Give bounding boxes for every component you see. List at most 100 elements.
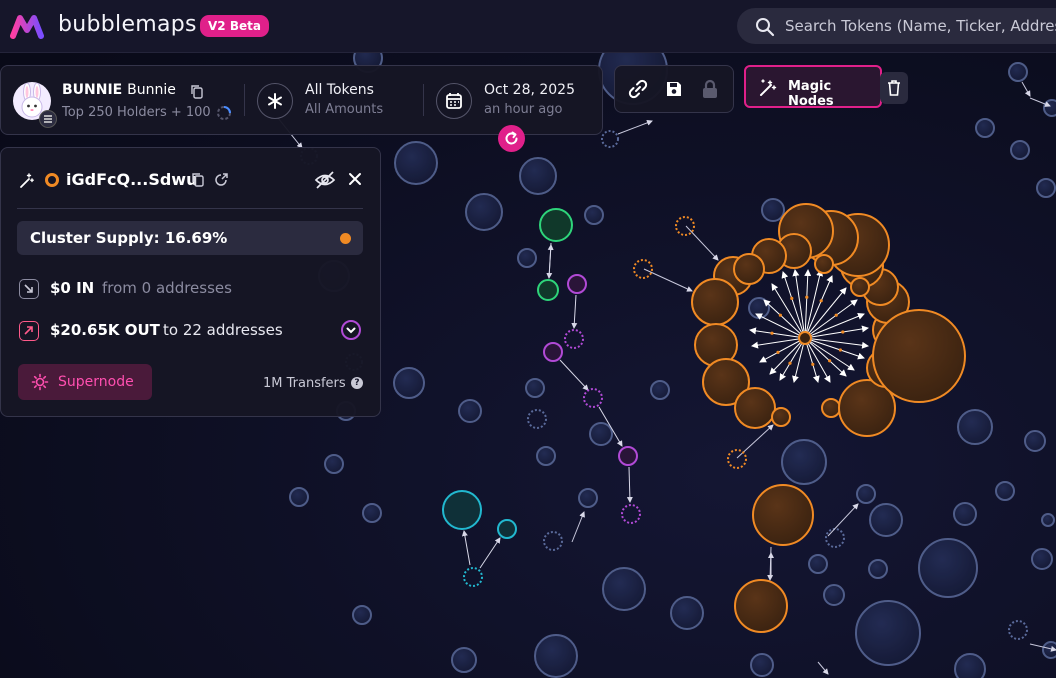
copy-icon[interactable] bbox=[191, 172, 205, 187]
delete-button[interactable] bbox=[880, 72, 908, 104]
holder-bubble[interactable] bbox=[823, 584, 845, 606]
cluster-supply-row[interactable]: Cluster Supply: 16.69% bbox=[17, 221, 363, 255]
holder-bubble[interactable] bbox=[578, 488, 598, 508]
holder-bubble[interactable] bbox=[868, 559, 888, 579]
copy-icon[interactable] bbox=[190, 84, 204, 99]
chain-badge-icon bbox=[39, 110, 57, 128]
cluster-bubble[interactable] bbox=[814, 254, 834, 274]
tokens-filter-icon[interactable] bbox=[257, 83, 293, 119]
save-icon[interactable] bbox=[664, 79, 684, 99]
flow-dot[interactable] bbox=[778, 313, 783, 317]
holder-bubble[interactable] bbox=[394, 141, 438, 185]
holder-bubble[interactable] bbox=[1043, 99, 1056, 117]
holder-bubble[interactable] bbox=[856, 484, 876, 504]
flow-dot[interactable] bbox=[811, 362, 815, 366]
flow-dot[interactable] bbox=[790, 296, 794, 300]
cluster-bubble[interactable] bbox=[691, 278, 739, 326]
flow-dot[interactable] bbox=[841, 330, 845, 334]
holder-bubble[interactable] bbox=[1008, 62, 1028, 82]
holder-bubble[interactable] bbox=[1041, 513, 1055, 527]
holder-bubble[interactable] bbox=[975, 118, 995, 138]
holder-bubble[interactable] bbox=[602, 567, 646, 611]
holder-bubble[interactable] bbox=[534, 634, 578, 678]
holder-bubble[interactable] bbox=[855, 600, 921, 666]
flow-dot[interactable] bbox=[834, 313, 838, 317]
holder-bubble[interactable] bbox=[289, 487, 309, 507]
holder-bubble[interactable] bbox=[352, 605, 372, 625]
out-value: $20.65K OUT bbox=[50, 321, 160, 339]
cluster-bubble[interactable] bbox=[850, 277, 870, 297]
wallet-address[interactable]: iGdFcQ...Sdwu bbox=[66, 170, 197, 189]
holder-bubble[interactable] bbox=[869, 503, 903, 537]
cluster-bubble[interactable] bbox=[771, 407, 791, 427]
help-icon[interactable]: ? bbox=[351, 377, 363, 389]
cyan-node[interactable] bbox=[497, 519, 517, 539]
green-node[interactable] bbox=[537, 279, 559, 301]
cluster-bubble[interactable] bbox=[872, 309, 966, 403]
holder-bubble[interactable] bbox=[750, 653, 774, 677]
cyan-node[interactable] bbox=[442, 490, 482, 530]
selected-node[interactable] bbox=[798, 331, 812, 345]
holder-bubble[interactable] bbox=[519, 157, 557, 195]
holder-bubble[interactable] bbox=[525, 378, 545, 398]
cluster-bubble[interactable] bbox=[821, 398, 841, 418]
holder-bubble[interactable] bbox=[584, 205, 604, 225]
holder-bubble[interactable] bbox=[536, 446, 556, 466]
holder-bubble[interactable] bbox=[393, 367, 425, 399]
search-input[interactable]: Search Tokens (Name, Ticker, Address) bbox=[737, 8, 1056, 44]
holder-bubble[interactable] bbox=[781, 439, 827, 485]
expand-chevron-down-icon[interactable] bbox=[341, 320, 361, 340]
tokens-filter-title[interactable]: All Tokens bbox=[305, 82, 374, 98]
green-node[interactable] bbox=[539, 208, 573, 242]
holder-bubble[interactable] bbox=[1010, 140, 1030, 160]
map-tools bbox=[614, 65, 734, 113]
cluster-bubble[interactable] bbox=[734, 387, 776, 429]
cluster-bubble[interactable] bbox=[734, 579, 788, 633]
calendar-icon[interactable] bbox=[436, 83, 472, 119]
purple-node[interactable] bbox=[567, 274, 587, 294]
holder-bubble[interactable] bbox=[995, 481, 1015, 501]
refresh-button[interactable] bbox=[498, 125, 525, 152]
flow-dot[interactable] bbox=[819, 299, 823, 303]
close-icon[interactable] bbox=[348, 172, 362, 186]
flow-dot[interactable] bbox=[788, 361, 792, 365]
purple-node[interactable] bbox=[618, 446, 638, 466]
holder-bubble[interactable] bbox=[458, 399, 482, 423]
holder-bubble[interactable] bbox=[324, 454, 344, 474]
holder-bubble[interactable] bbox=[761, 198, 785, 222]
holder-bubble[interactable] bbox=[957, 409, 993, 445]
magic-nodes-button[interactable]: Magic Nodes bbox=[744, 65, 882, 109]
external-link-icon[interactable] bbox=[214, 172, 229, 187]
bubblemaps-logo-icon[interactable] bbox=[10, 12, 50, 40]
purple-node[interactable] bbox=[543, 342, 563, 362]
holder-bubble[interactable] bbox=[953, 502, 977, 526]
supernode-button[interactable]: Supernode bbox=[18, 364, 152, 400]
holder-bubble[interactable] bbox=[517, 248, 537, 268]
holder-bubble[interactable] bbox=[808, 554, 828, 574]
holder-bubble[interactable] bbox=[451, 647, 477, 673]
holder-bubble[interactable] bbox=[362, 503, 382, 523]
holder-bubble[interactable] bbox=[670, 596, 704, 630]
holder-bubble[interactable] bbox=[465, 193, 503, 231]
link-icon[interactable] bbox=[627, 78, 649, 100]
hide-icon[interactable] bbox=[314, 170, 336, 190]
flow-dot[interactable] bbox=[776, 350, 780, 354]
holder-bubble[interactable] bbox=[1036, 178, 1056, 198]
holders-label[interactable]: Top 250 Holders + 100 bbox=[62, 105, 211, 120]
holder-bubble[interactable] bbox=[954, 653, 986, 678]
holder-bubble[interactable] bbox=[589, 422, 613, 446]
holder-bubble[interactable] bbox=[1024, 430, 1046, 452]
cluster-bubble[interactable] bbox=[752, 484, 814, 546]
holder-bubble[interactable] bbox=[1031, 548, 1053, 570]
flow-dot[interactable] bbox=[838, 348, 843, 352]
cluster-bubble[interactable] bbox=[733, 253, 765, 285]
flow-dot[interactable] bbox=[828, 359, 832, 363]
node-ring-icon bbox=[45, 173, 59, 187]
flow-dot[interactable] bbox=[805, 295, 809, 299]
flow-dot[interactable] bbox=[770, 331, 774, 335]
lock-icon[interactable] bbox=[700, 78, 720, 100]
holder-bubble[interactable] bbox=[918, 538, 978, 598]
loading-spinner-icon bbox=[217, 106, 231, 120]
date-filter-title[interactable]: Oct 28, 2025 bbox=[484, 82, 575, 98]
holder-bubble[interactable] bbox=[650, 380, 670, 400]
